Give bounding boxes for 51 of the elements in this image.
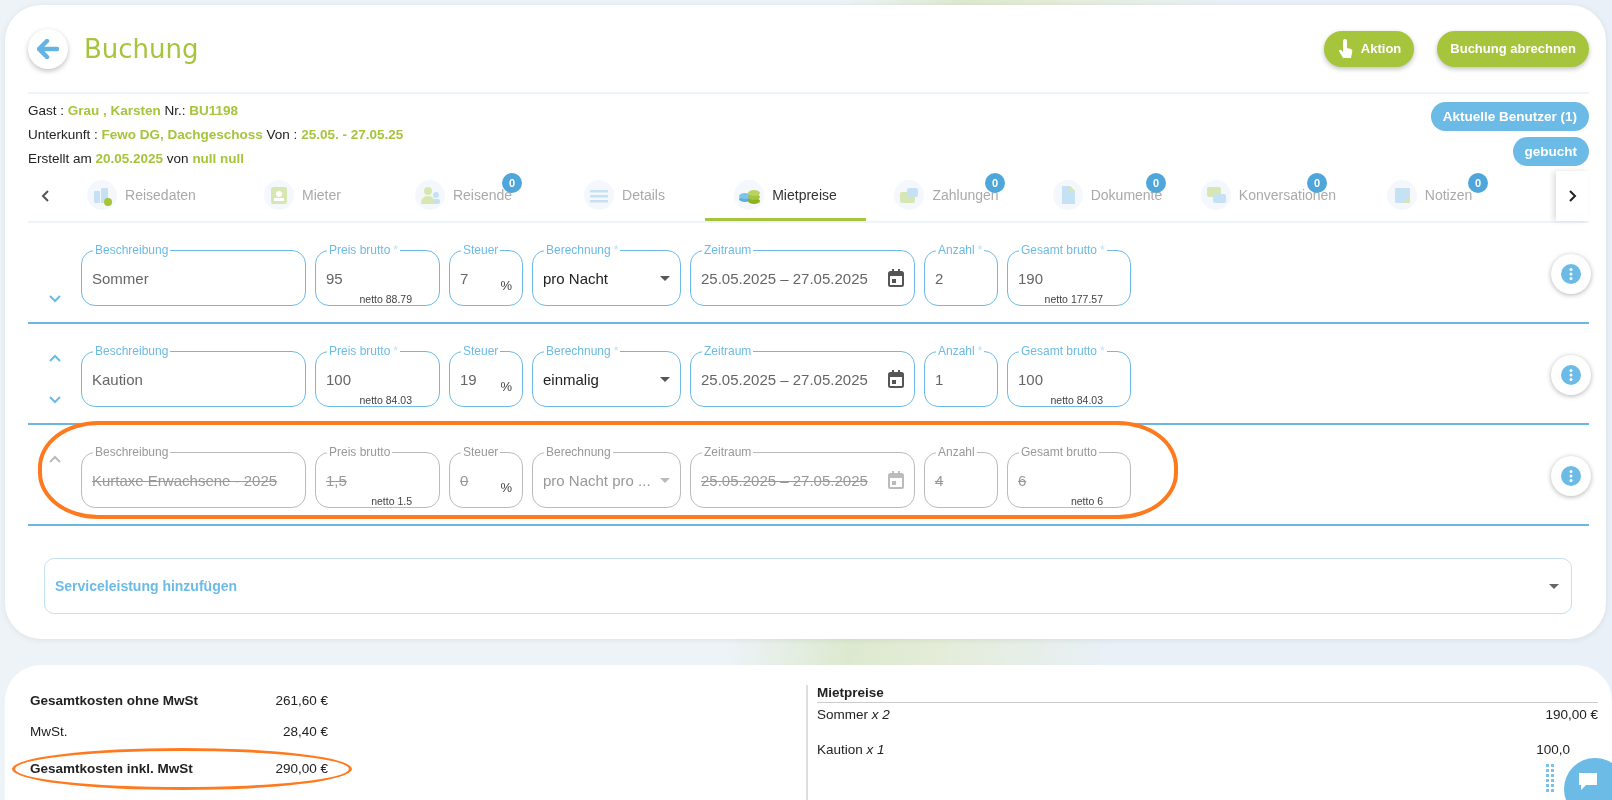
more-options-button[interactable] xyxy=(1551,355,1591,395)
chevron-down-icon xyxy=(48,295,61,303)
calendar-icon xyxy=(888,471,904,489)
count-badge: 0 xyxy=(985,173,1005,193)
more-vertical-icon xyxy=(1561,365,1581,385)
chevron-up-icon xyxy=(48,354,61,362)
total-amount: 28,40 € xyxy=(282,724,328,739)
breakdown-item: Kaution x 1 xyxy=(817,742,885,759)
chevron-right-icon xyxy=(1568,190,1577,202)
chevron-up-icon xyxy=(48,455,61,463)
net-price-note: netto 88.79 xyxy=(359,293,412,305)
status-badge: Aktuelle Benutzer (1) xyxy=(1430,102,1589,131)
total-amount: 290,00 € xyxy=(275,761,328,776)
calendar-icon xyxy=(888,370,904,388)
chat-bubble-icon xyxy=(1576,770,1600,792)
more-vertical-icon xyxy=(1561,466,1581,486)
hand-pointer-icon xyxy=(1336,38,1353,59)
count-badge: 0 xyxy=(1307,173,1327,193)
chevron-down-icon xyxy=(48,396,61,404)
net-price-note: netto 1.5 xyxy=(371,495,412,507)
count-badge: 0 xyxy=(1146,173,1166,193)
arrow-left-icon xyxy=(37,38,59,59)
total-amount: 261,60 € xyxy=(275,693,328,708)
breakdown-amount: 100,0 xyxy=(1536,742,1570,759)
booking-info-line: Erstellt am 20.05.2025 von null null xyxy=(28,150,246,168)
back-button[interactable] xyxy=(28,28,68,69)
booking-info-line: Unterkunft : Fewo DG, Dachgeschoss Von : 25.05. - 27.05.25 xyxy=(28,126,404,144)
chevron-left-icon xyxy=(40,190,49,202)
calendar-icon xyxy=(888,269,904,287)
count-badge: 0 xyxy=(1468,173,1488,193)
caret-down-icon xyxy=(660,275,670,281)
page-title: Buchung xyxy=(84,33,200,64)
more-options-button[interactable] xyxy=(1551,254,1591,294)
caret-down-icon xyxy=(1549,583,1559,589)
caret-down-icon xyxy=(660,376,670,382)
status-badge: gebucht xyxy=(1512,137,1589,166)
more-vertical-icon xyxy=(1561,264,1581,284)
breakdown-item: Sommer x 2 xyxy=(817,707,890,724)
scroll-right-button[interactable] xyxy=(1556,171,1589,221)
tab[interactable]: Mietpreise xyxy=(705,171,866,221)
net-price-note: netto 177.57 xyxy=(1044,293,1103,305)
total-label: Gesamtkosten inkl. MwSt xyxy=(30,761,193,776)
breakdown-heading: Mietpreise xyxy=(817,685,1598,703)
total-label: Gesamtkosten ohne MwSt xyxy=(30,693,199,708)
total-label: MwSt. xyxy=(30,724,68,739)
booking-info-line: Gast : Grau , Karsten Nr.: BU1198 xyxy=(28,102,240,120)
caret-down-icon xyxy=(660,477,670,483)
net-price-note: netto 6 xyxy=(1070,495,1103,507)
breakdown-amount: 190,00 € xyxy=(1545,707,1598,724)
net-price-note: netto 84.03 xyxy=(1050,394,1103,406)
net-price-note: netto 84.03 xyxy=(359,394,412,406)
